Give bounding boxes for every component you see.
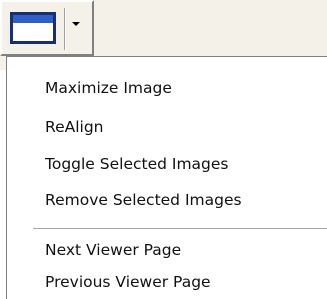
menu-item-next-viewer-page[interactable]: Next Viewer Page <box>45 239 181 261</box>
menu-separator <box>33 228 327 230</box>
view-split-button[interactable] <box>0 0 94 56</box>
menu-item-previous-viewer-page[interactable]: Previous Viewer Page <box>45 271 211 293</box>
window-titlebar <box>13 15 53 23</box>
dropdown-arrow-icon[interactable] <box>72 22 80 26</box>
window-icon[interactable] <box>10 12 56 44</box>
menu-item-realign[interactable]: ReAlign <box>45 116 104 138</box>
dropdown-menu: Maximize Image ReAlign Toggle Selected I… <box>6 56 327 299</box>
menu-item-toggle-selected-images[interactable]: Toggle Selected Images <box>45 153 229 175</box>
menu-item-remove-selected-images[interactable]: Remove Selected Images <box>45 189 242 211</box>
menu-item-maximize-image[interactable]: Maximize Image <box>45 77 172 99</box>
split-divider <box>64 8 66 50</box>
